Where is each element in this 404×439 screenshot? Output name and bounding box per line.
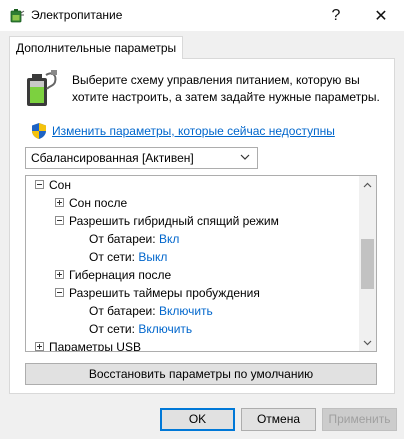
ok-button[interactable]: OK <box>160 408 235 431</box>
settings-tree[interactable]: Сон Сон после Разрешить гибридный спящий… <box>25 175 377 352</box>
tree-item-hybrid-ac[interactable]: От сети: Выкл <box>89 248 167 266</box>
tree-scrollbar[interactable] <box>359 176 376 351</box>
collapse-icon[interactable] <box>55 216 64 225</box>
close-button[interactable]: ✕ <box>358 0 404 31</box>
title-bar: Электропитание ? ✕ <box>0 0 404 31</box>
cancel-button[interactable]: Отмена <box>241 408 316 431</box>
expand-icon[interactable] <box>35 342 44 351</box>
scroll-up-button[interactable] <box>359 176 376 193</box>
setting-label: От батареи: <box>89 232 156 246</box>
power-options-window: Электропитание ? ✕ Дополнительные параме… <box>0 0 404 439</box>
change-unavailable-settings-link[interactable]: Изменить параметры, которые сейчас недос… <box>52 124 335 138</box>
tree-item-wake-ac[interactable]: От сети: Включить <box>89 320 192 338</box>
restore-defaults-button[interactable]: Восстановить параметры по умолчанию <box>25 363 377 385</box>
setting-value[interactable]: Вкл <box>159 232 179 246</box>
tree-item-wake-battery[interactable]: От батареи: Включить <box>89 302 213 320</box>
tree-item-hybrid-battery[interactable]: От батареи: Вкл <box>89 230 179 248</box>
scrollbar-thumb[interactable] <box>361 239 374 289</box>
chevron-down-icon <box>240 154 250 160</box>
power-plan-value: Сбалансированная [Активен] <box>31 151 194 165</box>
chevron-up-icon <box>363 182 372 187</box>
collapse-icon[interactable] <box>55 288 64 297</box>
expand-icon[interactable] <box>55 198 64 207</box>
setting-label: От сети: <box>89 322 135 336</box>
tab-advanced-settings[interactable]: Дополнительные параметры <box>9 36 184 59</box>
expand-icon[interactable] <box>55 270 64 279</box>
scroll-down-button[interactable] <box>359 334 376 351</box>
power-plan-dropdown[interactable]: Сбалансированная [Активен] <box>25 147 258 169</box>
window-title: Электропитание <box>31 8 123 22</box>
chevron-down-icon <box>363 340 372 345</box>
setting-value[interactable]: Включить <box>159 304 213 318</box>
power-options-icon <box>10 9 25 23</box>
setting-label: От сети: <box>89 250 135 264</box>
setting-label: От батареи: <box>89 304 156 318</box>
help-button[interactable]: ? <box>313 0 359 31</box>
uac-shield-icon <box>32 123 46 139</box>
intro-text: Выберите схему управления питанием, кото… <box>72 73 380 104</box>
collapse-icon[interactable] <box>35 180 44 189</box>
setting-value[interactable]: Выкл <box>138 250 167 264</box>
setting-value[interactable]: Включить <box>138 322 192 336</box>
battery-plug-icon <box>27 70 57 106</box>
apply-button[interactable]: Применить <box>322 408 397 431</box>
